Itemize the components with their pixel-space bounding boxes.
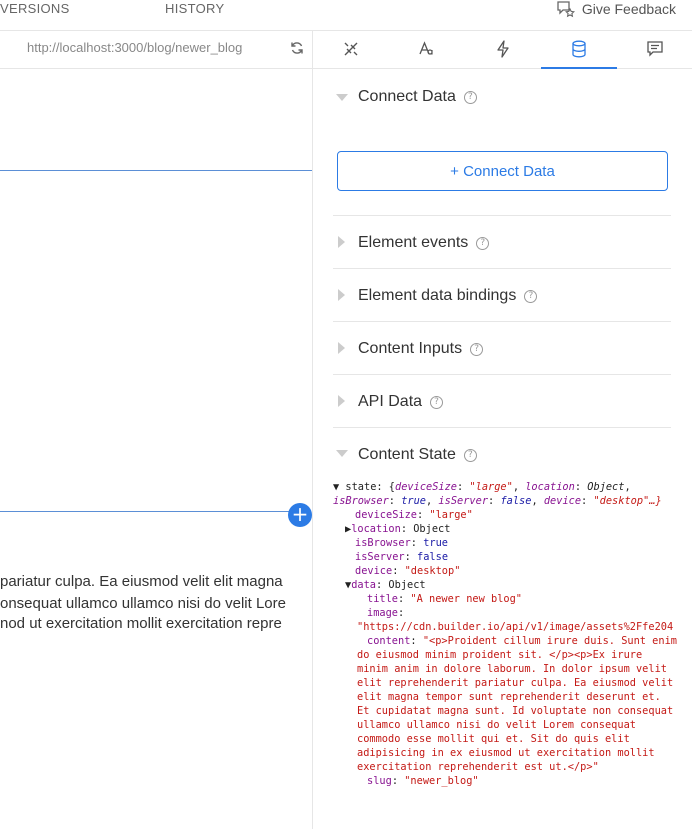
help-icon[interactable]: ? (463, 91, 477, 104)
element-outline-bottom (0, 511, 290, 512)
give-feedback-button[interactable]: Give Feedback (556, 0, 676, 18)
panel-tabs (313, 30, 692, 69)
help-icon[interactable]: ? (430, 396, 444, 409)
prop-row: image: (367, 607, 405, 619)
help-icon[interactable]: ? (524, 290, 538, 303)
tab-interactions[interactable] (465, 30, 541, 68)
comment-icon (647, 41, 663, 57)
section-title: Connect Data? (358, 88, 477, 106)
canvas-text-line[interactable]: pariatur culpa. Ea eiusmod velit elit ma… (0, 573, 312, 590)
section-content-state[interactable]: Content State? (333, 428, 671, 480)
connect-data-button[interactable]: + Connect Data (337, 151, 668, 191)
help-icon[interactable]: ? (463, 449, 477, 462)
element-outline-top (0, 170, 312, 171)
database-icon (572, 40, 586, 57)
prop-row: device: "desktop" (355, 565, 461, 577)
section-element-events[interactable]: Element events? (333, 216, 671, 269)
add-block-button[interactable]: + (288, 503, 312, 527)
prop-row: isBrowser: true (355, 537, 449, 549)
prop-row: title: "A newer new blog" (367, 593, 522, 605)
chevron-right-icon (338, 342, 345, 354)
prop-value: "https://cdn.builder.io/api/v1/image/ass… (357, 621, 674, 633)
chevron-right-icon (338, 289, 345, 301)
section-connect-data[interactable]: Connect Data? (333, 70, 671, 130)
section-title: Content State? (358, 446, 477, 464)
state-summary[interactable]: ▼ state: {deviceSize: "large", location:… (333, 480, 692, 508)
lightning-icon (497, 40, 509, 58)
chevron-right-icon (338, 395, 345, 407)
prop-row: slug: "newer_blog" (367, 775, 479, 787)
url-field[interactable]: http://localhost:3000/blog/newer_blog (27, 40, 242, 55)
url-bar: http://localhost:3000/blog/newer_blog (0, 30, 312, 69)
prop-row: isServer: false (355, 551, 449, 563)
section-title: API Data? (358, 393, 444, 411)
style-tools-icon (344, 42, 358, 56)
canvas-text-line[interactable]: onsequat ullamco ullamco nisi do velit L… (0, 595, 312, 612)
prop-row[interactable]: ▼data: Object (333, 578, 692, 592)
prop-row[interactable]: ▶location: Object (333, 522, 692, 536)
tab-versions[interactable]: VERSIONS (0, 0, 70, 18)
state-inspector[interactable]: ▼ state: {deviceSize: "large", location:… (333, 480, 692, 788)
prop-row: deviceSize: "large" (355, 509, 473, 521)
section-title: Element data bindings? (358, 287, 538, 305)
chevron-right-icon (338, 236, 345, 248)
section-content-inputs[interactable]: Content Inputs? (333, 322, 671, 375)
help-icon[interactable]: ? (470, 343, 484, 356)
tab-data[interactable] (541, 30, 617, 69)
top-bar: VERSIONS HISTORY Give Feedback (0, 0, 692, 31)
section-element-data-bindings[interactable]: Element data bindings? (333, 269, 671, 322)
refresh-icon[interactable] (290, 41, 304, 55)
feedback-icon (557, 1, 575, 18)
section-title: Content Inputs? (358, 340, 484, 358)
expand-arrow-icon[interactable]: ▼ (333, 481, 339, 493)
tab-comments[interactable] (617, 30, 692, 68)
chevron-down-icon (336, 450, 348, 457)
prop-row: content: "<p>Proident cillum irure duis.… (357, 635, 677, 773)
tab-history[interactable]: HISTORY (165, 0, 224, 18)
feedback-label: Give Feedback (581, 1, 676, 17)
tab-typography[interactable] (389, 30, 465, 68)
section-api-data[interactable]: API Data? (333, 375, 671, 428)
typography-icon (419, 41, 433, 55)
tab-style[interactable] (313, 30, 389, 68)
help-icon[interactable]: ? (476, 237, 490, 250)
panel-divider (312, 30, 313, 829)
chevron-down-icon (336, 94, 348, 101)
canvas-text-line[interactable]: nod ut exercitation mollit exercitation … (0, 615, 312, 632)
section-title: Element events? (358, 234, 490, 252)
